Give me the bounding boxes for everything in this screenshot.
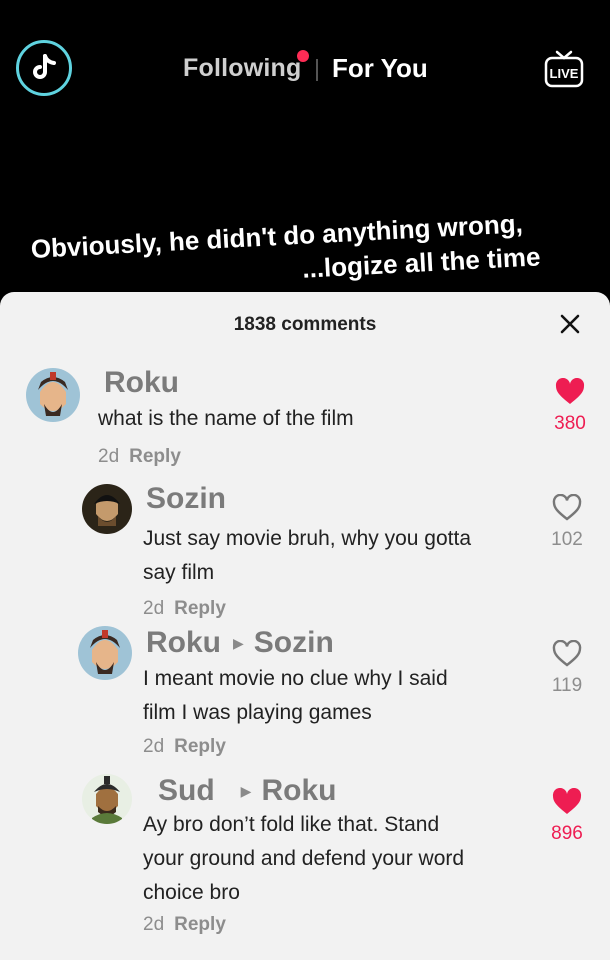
like-count: 119	[551, 675, 583, 696]
comment-meta: 2d Reply	[98, 446, 181, 468]
like-count: 380	[554, 413, 586, 434]
avatar[interactable]	[78, 626, 132, 680]
like-button[interactable]: 380	[550, 377, 590, 435]
reply-button[interactable]: Reply	[174, 736, 226, 757]
comment-username[interactable]: Roku	[104, 366, 179, 400]
reply-button[interactable]: Reply	[129, 446, 181, 467]
heart-outline-icon	[552, 639, 582, 667]
live-button[interactable]: LIVE	[543, 48, 585, 90]
reply-to-username[interactable]: Roku	[261, 774, 336, 807]
notification-dot	[297, 50, 309, 62]
like-button[interactable]: 119	[547, 639, 587, 697]
avatar[interactable]	[82, 484, 132, 534]
reply-arrow-icon: ▶	[233, 635, 244, 651]
heart-filled-icon	[555, 377, 585, 404]
like-button[interactable]: 896	[547, 787, 587, 845]
comment-username[interactable]: Sozin	[146, 482, 226, 516]
live-tv-icon: LIVE	[544, 50, 584, 88]
like-count: 896	[551, 823, 583, 844]
video-caption: Obviously, he didn't do anything wrong, …	[30, 203, 593, 300]
close-button[interactable]	[558, 312, 582, 336]
close-icon	[560, 314, 580, 334]
heart-outline-icon	[552, 493, 582, 521]
like-count: 102	[551, 529, 583, 550]
like-button[interactable]: 102	[547, 493, 587, 551]
comment-meta: 2d Reply	[143, 914, 226, 936]
comment-age: 2d	[143, 736, 165, 757]
comment-text: Ay bro don’t fold like that. Stand your …	[143, 813, 465, 904]
nav-divider	[316, 59, 318, 81]
comment-meta: 2d Reply	[143, 598, 226, 620]
top-nav: Following For You	[0, 50, 610, 90]
comment-item: Roku ▶ Sozin I meant movie no clue why I s…	[0, 626, 610, 766]
heart-filled-icon	[552, 787, 582, 814]
reply-arrow-icon: ▶	[240, 783, 252, 799]
comment-item: Sozin Just say movie bruh, why you gotta…	[0, 480, 610, 620]
comment-item: Roku what is the name of the film 2d Repl…	[0, 362, 610, 472]
comment-username[interactable]: Roku ▶ Sozin	[146, 626, 334, 660]
reply-button[interactable]: Reply	[174, 914, 226, 935]
comment-age: 2d	[143, 598, 165, 619]
tab-following[interactable]: Following	[183, 54, 301, 83]
comment-text: Just say movie bruh, why you gotta say f…	[143, 527, 471, 584]
comment-username[interactable]: Sud ▶ Roku	[158, 774, 336, 808]
reply-button[interactable]: Reply	[174, 598, 226, 619]
comments-panel: 1838 comments Roku what is the name of t…	[0, 292, 610, 960]
avatar[interactable]	[82, 774, 132, 824]
avatar[interactable]	[26, 368, 80, 422]
tab-for-you[interactable]: For You	[332, 53, 428, 84]
comment-count: 1838 comments	[233, 314, 377, 335]
comment-text: I meant movie no clue why I said film I …	[143, 667, 448, 724]
reply-to-username[interactable]: Sozin	[254, 626, 334, 659]
comment-text: what is the name of the film	[98, 407, 354, 430]
comment-item: Sud ▶ Roku Ay bro don’t fold like that. St…	[0, 774, 610, 954]
comment-age: 2d	[143, 914, 165, 935]
comment-meta: 2d Reply	[143, 736, 226, 758]
comment-age: 2d	[98, 446, 120, 467]
live-label: LIVE	[550, 66, 579, 81]
